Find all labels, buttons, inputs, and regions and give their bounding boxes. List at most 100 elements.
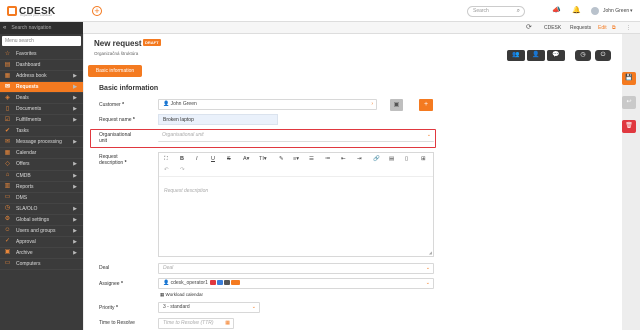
italic-icon[interactable]: I xyxy=(196,156,198,162)
customer-value: John Green xyxy=(170,101,197,107)
sidebar-item-computers[interactable]: ▭ Computers xyxy=(0,259,83,270)
megaphone-icon[interactable]: 📣 xyxy=(552,6,561,14)
sidebar-item-users-and-groups[interactable]: ☺ Users and groups ▶ xyxy=(0,226,83,237)
message-icon: ✉ xyxy=(4,138,11,145)
sidebar-item-reports[interactable]: ▥ Reports ▶ xyxy=(0,182,83,193)
more-icon[interactable]: ⋮ xyxy=(626,25,631,31)
chevron-right-icon: ▶ xyxy=(73,216,77,223)
deal-label: Deal xyxy=(99,265,110,271)
sidebar-item-archive[interactable]: ▣ Archive ▶ xyxy=(0,248,83,259)
delete-button[interactable]: 🗑 xyxy=(622,120,636,133)
font-size-icon[interactable]: TI▾ xyxy=(259,156,267,162)
sidebar-item-address-book[interactable]: ▦ Address book ▶ xyxy=(0,71,83,83)
users-button[interactable]: 👥 xyxy=(507,50,525,61)
sidebar-item-message-processing[interactable]: ✉ Message processing ▶ xyxy=(0,137,83,149)
back-button[interactable]: ↩ xyxy=(622,96,636,109)
sidebar-item-sla-olo[interactable]: ◷ SLA/OLO ▶ xyxy=(0,204,83,215)
save-button[interactable]: 💾 xyxy=(622,72,636,85)
fullscreen-icon[interactable]: ⛶ xyxy=(164,156,168,163)
bell-icon[interactable]: 🔔 xyxy=(572,6,581,14)
org-unit-select[interactable]: Organisational unit ⌄ xyxy=(158,131,434,142)
sidebar-item-calendar[interactable]: ▦ Calendar xyxy=(0,148,83,160)
calendar-icon: ▦ xyxy=(225,320,230,326)
ordered-list-icon[interactable]: ☰ xyxy=(309,156,314,162)
sidebar-item-tasks[interactable]: ✔ Tasks xyxy=(0,126,83,138)
file-icon[interactable]: ▯ xyxy=(405,156,408,162)
link-icon[interactable]: 🔗 xyxy=(373,156,380,162)
sidebar-item-label: Address book xyxy=(16,73,47,80)
sidebar-item-favorites[interactable]: ☆ Favorites xyxy=(0,49,83,61)
person-icon: 👤 xyxy=(163,280,170,286)
table-icon[interactable]: ⊞ xyxy=(421,156,426,162)
outdent-icon[interactable]: ⇤ xyxy=(341,156,346,162)
redo-icon[interactable]: ↷ xyxy=(180,167,185,173)
highlight-pen-icon[interactable]: ✎ xyxy=(279,156,284,162)
clock-button[interactable]: ◷ xyxy=(575,50,591,61)
strikethrough-icon[interactable]: S xyxy=(227,156,231,162)
undo-icon[interactable]: ↶ xyxy=(164,167,169,173)
sidebar-item-fulfillments[interactable]: ☑ Fulfillments ▶ xyxy=(0,115,83,127)
customer-field[interactable]: 👤 John Green › xyxy=(158,99,377,110)
sidebar-item-approval[interactable]: ✓ Approval ▶ xyxy=(0,237,83,248)
power-button[interactable]: ⏻ xyxy=(595,50,611,61)
sidebar-item-label: Deals xyxy=(16,95,29,102)
ttr-field[interactable]: Time to Resolve (TTR) ▦ xyxy=(158,318,234,329)
reports-icon: ▥ xyxy=(4,183,11,190)
tab-basic-information[interactable]: Basic information xyxy=(88,65,142,77)
sidebar-item-cmdb[interactable]: ⌂ CMDB ▶ xyxy=(0,171,83,182)
chevron-right-icon: ▶ xyxy=(73,106,77,113)
request-icon: ✉ xyxy=(4,83,11,90)
refresh-icon[interactable]: ⟳ xyxy=(526,23,532,31)
external-link-icon[interactable]: ⧉ xyxy=(612,25,616,31)
description-editor[interactable]: ⛶ B I U S A▾ TI▾ ✎ ≡▾ ☰ ≔ ⇤ ⇥ 🔗 ▤ ▯ ⊞ ↶ … xyxy=(158,152,434,257)
workload-calendar-link[interactable]: ▦ Workload calendar xyxy=(160,292,203,298)
sla-icon: ◷ xyxy=(4,205,11,212)
assignee-label: Assignee * xyxy=(99,281,123,287)
chevron-down-icon[interactable]: ▾ xyxy=(630,8,633,14)
calendar-icon: ▦ xyxy=(4,149,11,156)
chat-button[interactable]: 💬 xyxy=(547,50,565,61)
font-color-icon[interactable]: A▾ xyxy=(243,156,249,162)
sidebar-item-label: Dashboard xyxy=(16,62,41,69)
description-placeholder: Request description xyxy=(164,188,209,194)
breadcrumb-bar: ⟳ CDESK Requests Edit ⧉ ⋮ xyxy=(83,22,640,34)
deal-select[interactable]: Deal ⌄ xyxy=(158,263,434,274)
sidebar-search-nav[interactable]: Search navigation xyxy=(11,25,51,31)
search-input[interactable]: Search ⌕ xyxy=(467,6,525,17)
indent-icon[interactable]: ⇥ xyxy=(357,156,362,162)
image-icon[interactable]: ▤ xyxy=(389,156,394,162)
search-placeholder: Search xyxy=(473,8,489,14)
breadcrumb-cdesk[interactable]: CDESK xyxy=(544,25,561,31)
bullet-list-icon[interactable]: ≔ xyxy=(325,156,331,162)
chevron-right-icon: ▶ xyxy=(73,249,77,256)
resize-handle-icon[interactable]: ◢ xyxy=(429,250,432,255)
sidebar-item-offers[interactable]: ◇ Offers ▶ xyxy=(0,159,83,171)
section-title: Basic information xyxy=(99,85,159,92)
assignee-select[interactable]: 👤 cdesk_operator1 ⌄ xyxy=(158,278,434,289)
sidebar-item-requests[interactable]: ✉ Requests ▶ xyxy=(0,82,83,94)
user-name[interactable]: John Green xyxy=(603,8,629,14)
menu-search-input[interactable]: Menu search xyxy=(2,36,81,46)
breadcrumb-edit[interactable]: Edit xyxy=(598,25,607,31)
avatar[interactable] xyxy=(591,7,599,15)
person-button[interactable]: 👤 xyxy=(527,50,545,61)
contact-card-button[interactable]: ▣ xyxy=(390,99,403,111)
sidebar-item-documents[interactable]: ▯ Documents ▶ xyxy=(0,104,83,116)
sidebar-item-deals[interactable]: ◈ Deals ▶ xyxy=(0,93,83,105)
align-icon[interactable]: ≡▾ xyxy=(293,156,299,162)
ttr-placeholder: Time to Resolve (TTR) xyxy=(163,320,214,326)
sidebar-item-label: Offers xyxy=(16,161,30,168)
underline-icon[interactable]: U xyxy=(211,156,215,162)
request-name-suggestion[interactable]: Broken laptop xyxy=(158,114,278,125)
priority-select[interactable]: 3 - standard ⌄ xyxy=(158,302,260,313)
breadcrumb-requests[interactable]: Requests xyxy=(570,25,591,31)
sidebar-item-dms[interactable]: ▭ DMS xyxy=(0,193,83,204)
sidebar-item-dashboard[interactable]: ▤ Dashboard xyxy=(0,60,83,72)
bold-icon[interactable]: B xyxy=(180,156,184,162)
chevron-right-icon: › xyxy=(371,101,373,107)
collapse-icon[interactable]: « xyxy=(3,25,6,31)
sidebar-item-global-settings[interactable]: ⚙ Global settings ▶ xyxy=(0,215,83,226)
tag-red xyxy=(210,280,217,286)
add-icon[interactable]: + xyxy=(92,6,102,16)
add-customer-button[interactable]: + xyxy=(419,99,433,111)
